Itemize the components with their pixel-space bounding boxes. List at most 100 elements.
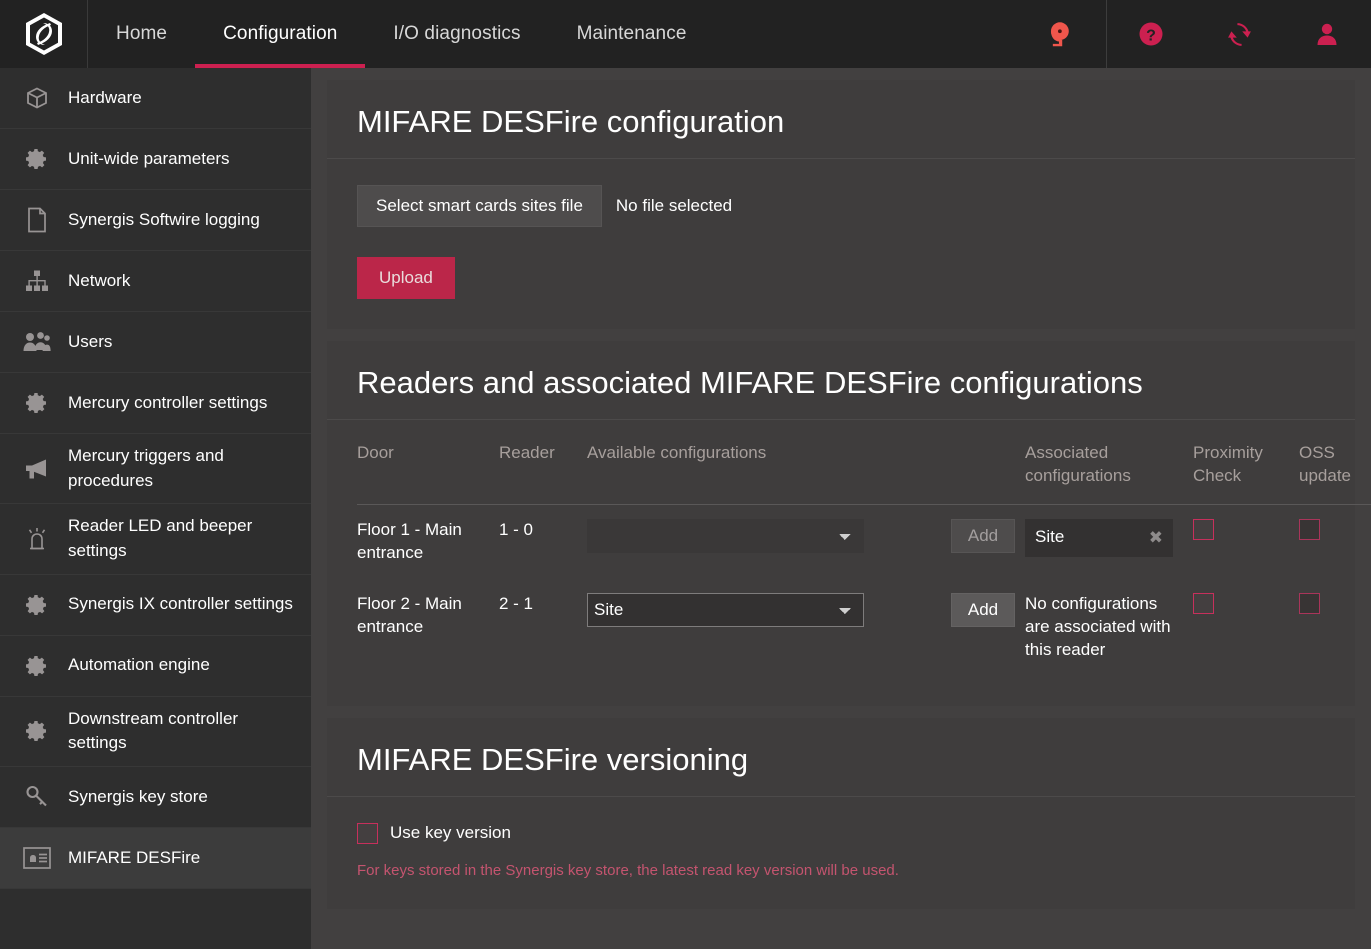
network-icon <box>18 266 56 296</box>
sidebar-item-label: Reader LED and beeper settings <box>68 514 297 563</box>
sidebar-item-mifare-desfire[interactable]: MIFARE DESFire <box>0 828 311 889</box>
sidebar-item-label: Mercury triggers and procedures <box>68 444 297 493</box>
sidebar-item-label: Synergis Softwire logging <box>68 208 297 233</box>
column-header-door: Door <box>357 438 499 504</box>
file-select-row: Select smart cards sites file No file se… <box>357 185 1325 227</box>
main-nav-tabs: Home Configuration I/O diagnostics Maint… <box>88 0 715 68</box>
nav-tab-home[interactable]: Home <box>88 0 195 68</box>
nav-icon-group: ? <box>1010 0 1371 68</box>
beacon-icon <box>18 524 56 554</box>
sidebar-item-mercury-controller-settings[interactable]: Mercury controller settings <box>0 373 311 434</box>
sidebar-item-label: Automation engine <box>68 653 297 678</box>
sidebar-item-label: Hardware <box>68 86 297 111</box>
nav-tab-label: I/O diagnostics <box>393 23 520 45</box>
cell-oss-update <box>1299 504 1371 578</box>
nav-spacer <box>715 0 1011 68</box>
column-header-reader: Reader <box>499 438 587 504</box>
cell-available-configurations: Site <box>587 579 951 676</box>
cell-proximity-check <box>1193 579 1299 676</box>
sidebar-item-label: MIFARE DESFire <box>68 846 297 871</box>
available-configurations-select[interactable]: Site <box>587 593 864 627</box>
use-key-version-label: Use key version <box>390 823 511 843</box>
nav-tab-configuration[interactable]: Configuration <box>195 0 365 68</box>
users-icon <box>18 327 56 357</box>
cell-add: Add <box>951 579 1025 676</box>
sidebar-item-synergis-key-store[interactable]: Synergis key store <box>0 767 311 828</box>
sidebar-item-users[interactable]: Users <box>0 312 311 373</box>
refresh-icon[interactable] <box>1195 0 1283 68</box>
alarm-bell-icon[interactable] <box>1010 0 1106 68</box>
main-content-area: MIFARE DESFire configuration Select smar… <box>311 68 1371 949</box>
oss-update-checkbox[interactable] <box>1299 519 1320 540</box>
sidebar-item-label: Synergis IX controller settings <box>68 592 297 617</box>
sidebar-item-mercury-triggers-and-procedures[interactable]: Mercury triggers and procedures <box>0 434 311 504</box>
cell-associated-configurations: Site ✖ <box>1025 504 1193 578</box>
sidebar-item-unit-wide-parameters[interactable]: Unit-wide parameters <box>0 129 311 190</box>
gear-icon <box>18 716 56 746</box>
upload-button[interactable]: Upload <box>357 257 455 299</box>
nav-tab-label: Maintenance <box>577 23 687 45</box>
table-header-row: Door Reader Available configurations Ass… <box>357 438 1371 504</box>
sidebar-item-label: Downstream controller settings <box>68 707 297 756</box>
help-icon[interactable]: ? <box>1107 0 1195 68</box>
cell-reader: 1 - 0 <box>499 504 587 578</box>
gear-icon <box>18 651 56 681</box>
use-key-version-checkbox[interactable] <box>357 823 378 844</box>
proximity-check-checkbox[interactable] <box>1193 593 1214 614</box>
proximity-check-checkbox[interactable] <box>1193 519 1214 540</box>
remove-configuration-icon[interactable]: ✖ <box>1143 529 1163 546</box>
add-configuration-button[interactable]: Add <box>951 519 1015 553</box>
add-configuration-button[interactable]: Add <box>951 593 1015 627</box>
sidebar-item-network[interactable]: Network <box>0 251 311 312</box>
svg-text:?: ? <box>1146 27 1156 44</box>
nav-tab-label: Home <box>116 23 167 45</box>
readers-card-title: Readers and associated MIFARE DESFire co… <box>327 341 1355 420</box>
user-icon[interactable] <box>1283 0 1371 68</box>
available-configurations-select[interactable] <box>587 519 864 553</box>
nav-tab-maintenance[interactable]: Maintenance <box>549 0 715 68</box>
page-title: MIFARE DESFire configuration <box>327 80 1355 159</box>
gear-icon <box>18 144 56 174</box>
sidebar-item-label: Unit-wide parameters <box>68 147 297 172</box>
readers-configurations-card: Readers and associated MIFARE DESFire co… <box>327 341 1355 706</box>
sidebar-item-label: Network <box>68 269 297 294</box>
sidebar-item-synergis-ix-controller-settings[interactable]: Synergis IX controller settings <box>0 575 311 636</box>
key-icon <box>18 782 56 812</box>
oss-update-checkbox[interactable] <box>1299 593 1320 614</box>
key-version-note: For keys stored in the Synergis key stor… <box>357 862 1325 879</box>
gear-icon <box>18 388 56 418</box>
mifare-configuration-card: MIFARE DESFire configuration Select smar… <box>327 80 1355 329</box>
cell-associated-configurations: No configurations are associated with th… <box>1025 579 1193 676</box>
cell-add: Add <box>951 504 1025 578</box>
sidebar-item-hardware[interactable]: Hardware <box>0 68 311 129</box>
sidebar-item-label: Users <box>68 330 297 355</box>
nav-tab-label: Configuration <box>223 23 337 45</box>
sidebar-item-automation-engine[interactable]: Automation engine <box>0 636 311 697</box>
document-icon <box>18 205 56 235</box>
sidebar-item-synergis-softwire-logging[interactable]: Synergis Softwire logging <box>0 190 311 251</box>
cell-door: Floor 2 - Main entrance <box>357 579 499 676</box>
readers-table: Door Reader Available configurations Ass… <box>357 438 1371 676</box>
sidebar-item-label: Mercury controller settings <box>68 391 297 416</box>
chip-label: Site <box>1035 526 1064 549</box>
versioning-card-title: MIFARE DESFire versioning <box>327 718 1355 797</box>
nav-tab-io-diagnostics[interactable]: I/O diagnostics <box>365 0 548 68</box>
associated-configuration-chip[interactable]: Site ✖ <box>1025 519 1173 557</box>
configuration-card-body: Select smart cards sites file No file se… <box>327 159 1355 329</box>
no-configurations-message: No configurations are associated with th… <box>1025 593 1185 662</box>
versioning-card-body: Use key version For keys stored in the S… <box>327 797 1355 909</box>
readers-card-body: Door Reader Available configurations Ass… <box>327 420 1355 706</box>
select-smart-cards-sites-file-button[interactable]: Select smart cards sites file <box>357 185 602 227</box>
use-key-version-row: Use key version <box>357 823 1325 844</box>
cell-reader: 2 - 1 <box>499 579 587 676</box>
column-header-proximity-check: Proximity Check <box>1193 438 1299 504</box>
table-row: Floor 1 - Main entrance 1 - 0 Add <box>357 504 1371 578</box>
column-header-add <box>951 438 1025 504</box>
cell-door: Floor 1 - Main entrance <box>357 504 499 578</box>
sidebar-item-reader-led-and-beeper-settings[interactable]: Reader LED and beeper settings <box>0 504 311 574</box>
sidebar-navigation: Hardware Unit-wide parameters Synergis S… <box>0 68 311 949</box>
genetec-logo[interactable] <box>0 0 88 68</box>
gear-icon <box>18 590 56 620</box>
megaphone-icon <box>18 454 56 484</box>
sidebar-item-downstream-controller-settings[interactable]: Downstream controller settings <box>0 697 311 767</box>
